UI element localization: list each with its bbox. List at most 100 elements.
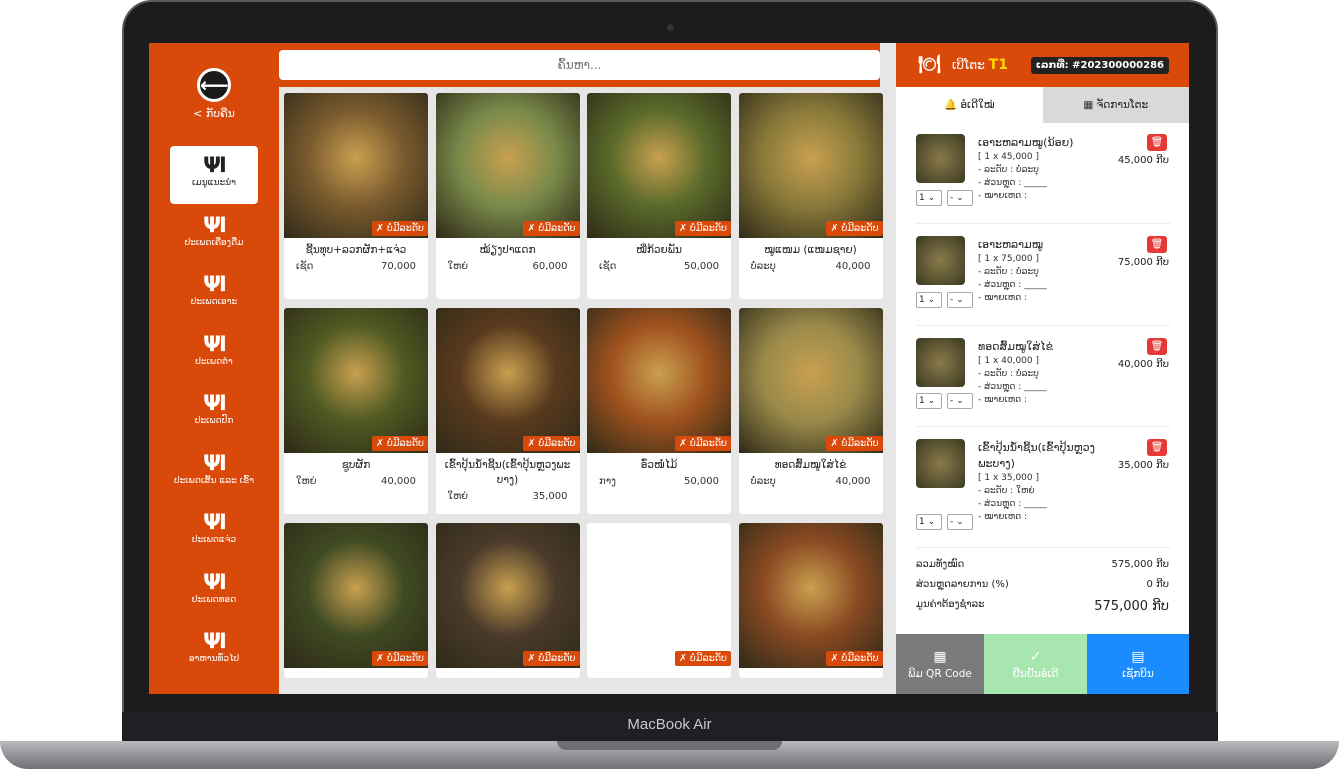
tab-new-order-label: ອໍເດີໃໝ່ [960, 99, 995, 111]
product-unit: ບໍ່ລະບຸ [750, 261, 776, 272]
product-photo: ✗ ບໍ່ມີລະດັບ [587, 308, 731, 453]
order-item-discount: - ສ່ວນຫຼຸດ : _____ [978, 382, 1047, 392]
order-totals: ລວມທັງໝົດ 575,000 ກີບ ສ່ວນຫຼຸດລາຍການ (%) 0… [896, 550, 1189, 614]
product-price: 60,000 [532, 261, 568, 272]
bell-icon: 🔔 [943, 99, 958, 111]
confirm-order-label: ຢືນຢັນອໍເດີ [1012, 668, 1059, 680]
sidebar-item-label: ປະເພດເອາະ [190, 297, 238, 307]
product-meta: ເຊັດ 50,000 [587, 258, 731, 272]
product-card[interactable]: ✗ ບໍ່ມີລະດັບ ໝ້ຽງປາແດກ ໃຫຍ່ 60,000 [435, 93, 580, 299]
sidebar-item-category[interactable]: ΨΙ ປະເພດປົກ [170, 384, 258, 442]
sidebar-item-category[interactable]: ΨΙ ປະເພດທອດ [170, 563, 258, 621]
product-meta: ໃຫຍ່ 60,000 [436, 258, 580, 272]
product-card[interactable]: ✗ ບໍ່ມີລະດັບ [284, 523, 428, 678]
confirm-order-button[interactable]: ✓ ຢືນຢັນອໍເດີ [984, 634, 1087, 694]
product-card[interactable]: ✗ ບໍ່ມີລະດັບເຂົ້າປຸ້ນນ້ຳຊີ້ນ(ເຂົ້າປຸ້ນຫຼ… [435, 308, 580, 514]
product-card[interactable]: ✗ ບໍ່ມີລະດັບ [587, 523, 731, 678]
product-card[interactable]: ✗ ບໍ່ມີລະດັບ ຊູບຜັກ ໃຫຍ່ 40,000 [284, 308, 428, 514]
order-header: 🍽 ເບີໂຕະ T1 ເລກທີ່: #202300000286 [896, 43, 1189, 87]
print-qr-label: ພິມ QR Code [908, 668, 972, 680]
product-card[interactable]: ✗ ບໍ່ມີລະດັບ ຊີ້ນທຸບ+ລວກຜັກ+ແຈ່ວ ເຊັດ 70,00… [284, 93, 428, 299]
product-meta: ບໍ່ລະບຸ 40,000 [739, 258, 883, 272]
order-item-details: ເອາະຫລາມໝູ(ນ້ອຍ) [ 1 x 45,000 ] - ລະດັບ : … [978, 135, 1103, 203]
amount-due-label: ມູນຄ່າຕ້ອງຊຳລະ [916, 599, 985, 610]
discount-select[interactable]: - ⌄ [947, 190, 973, 206]
table-label: ເບີໂຕະ T1 [952, 57, 1008, 73]
discount-label: ສ່ວນຫຼຸດລາຍການ (%) [916, 579, 1009, 590]
order-item-thumbnail [916, 439, 965, 488]
order-item-discount: - ສ່ວນຫຼຸດ : _____ [978, 499, 1047, 509]
subtotal-row: ລວມທັງໝົດ 575,000 ກີບ [916, 559, 1169, 570]
order-item: ທອດສົ້ມໝູໃສ່ໄຂ່ [ 1 x 40,000 ] - ລະດັບ : ບ… [916, 327, 1171, 427]
delete-item-button[interactable]: 🗑 [1147, 236, 1167, 253]
discount-row: ສ່ວນຫຼຸດລາຍການ (%) 0 ກີບ [916, 579, 1169, 590]
delete-item-button[interactable]: 🗑 [1147, 338, 1167, 355]
product-name: ຊູບຜັກ [341, 459, 371, 471]
product-level-badge: ✗ ບໍ່ມີລະດັບ [523, 436, 580, 451]
product-card[interactable]: ✗ ບໍ່ມີລະດັບ [435, 523, 580, 678]
discount-select[interactable]: - ⌄ [947, 292, 973, 308]
order-item-note: - ໝາຍເຫດ : [978, 395, 1028, 405]
product-card[interactable]: ✗ ບໍ່ມີລະດັບ ໝີ່ກ້ວຍພັນ ເຊັດ 50,000 [587, 93, 731, 299]
table-icon: ▦ [1083, 99, 1094, 111]
fork-knife-icon: ΨΙ [203, 569, 227, 594]
sidebar-item-category[interactable]: ΨΙ ປະເພດເສັ້ນ ແລະ ເຂົ້າ [170, 444, 258, 502]
sidebar-item-category[interactable]: ΨΙ ເມນູແນະນຳ [170, 146, 258, 204]
delete-item-button[interactable]: 🗑 [1147, 439, 1167, 456]
order-item-price: 75,000 ກີບ [1117, 257, 1169, 268]
arrow-left-circle-icon: ⟵ [197, 68, 231, 102]
product-card[interactable]: ✗ ບໍ່ມີລະດັບ ທອດສົ້ມໝູໃສ່ໄຂ່ ບໍ່ລະບຸ 40,000 [738, 308, 883, 514]
quantity-select[interactable]: 1 ⌄ [916, 393, 942, 409]
order-item-qty-line: [ 1 x 45,000 ] [978, 152, 1040, 162]
discount-select-value: - [950, 295, 954, 305]
product-card[interactable]: ✗ ບໍ່ມີລະດັບ ໝູແໜມ (ແໜມຊາຍ) ບໍ່ລະບຸ 40,000 [738, 93, 883, 299]
fork-knife-icon: ΨΙ [203, 629, 227, 653]
product-photo: ✗ ບໍ່ມີລະດັບ [435, 308, 580, 453]
product-name: ອົ່ວໜໍ່ໄມ້ [640, 459, 678, 471]
sidebar-item-label: ອາຫານທົ່ວໄປ [188, 654, 240, 664]
sidebar-item-category[interactable]: ΨΙ ປະເພດຕຳ [170, 325, 258, 383]
tab-manage-table[interactable]: ▦ ຈັດການໂຕະ [1042, 87, 1189, 123]
delete-item-button[interactable]: 🗑 [1147, 134, 1167, 151]
discount-select-value: - [950, 396, 954, 406]
order-item-name: ເອາະຫລາມໝູ [978, 238, 1044, 251]
quantity-select[interactable]: 1 ⌄ [916, 292, 942, 308]
product-name: ເຂົ້າປຸ້ນນ້ຳຊີ້ນ(ເຂົ້າປຸ້ນຫຼວງພະບາງ) [444, 459, 571, 486]
table-label-text: ເບີໂຕະ [952, 58, 985, 72]
product-card[interactable]: ✗ ບໍ່ມີລະດັບ ອົ່ວໜໍ່ໄມ້ ກາງ 50,000 [587, 308, 731, 514]
discount-value: 0 ກີບ [1146, 579, 1170, 590]
back-button[interactable]: ⟵ < ກັບຄືນ [149, 68, 279, 120]
quantity-select[interactable]: 1 ⌄ [916, 190, 942, 206]
search-input[interactable] [279, 50, 880, 80]
tab-manage-table-label: ຈັດການໂຕະ [1096, 99, 1149, 111]
fork-knife-icon: ΨΙ [203, 153, 227, 177]
sidebar-item-category[interactable]: ΨΙ ປະເພດເຄື່ອງດື່ມ [170, 206, 258, 264]
tab-new-order[interactable]: 🔔 ອໍເດີໃໝ່ [896, 87, 1043, 123]
product-card[interactable]: ✗ ບໍ່ມີລະດັບ [738, 523, 883, 678]
sidebar-item-category[interactable]: ΨΙ ປະເພດແຈ່ວ [170, 503, 258, 561]
check-bill-button[interactable]: ▤ ເຊັກບິນ [1087, 634, 1189, 694]
fork-knife-icon: ΨΙ [203, 510, 227, 534]
discount-select[interactable]: - ⌄ [947, 514, 973, 530]
quantity-value: 1 [919, 193, 925, 203]
product-level-badge: ✗ ບໍ່ມີລະດັບ [371, 221, 428, 236]
sidebar-item-label: ປະເພດປົກ [194, 416, 234, 426]
product-photo: ✗ ບໍ່ມີລະດັບ [284, 93, 428, 238]
product-photo: ✗ ບໍ່ມີລະດັບ [738, 308, 883, 453]
product-name: ໝີ່ກ້ວຍພັນ [636, 244, 682, 256]
product-meta: ເຊັດ 70,000 [284, 258, 428, 272]
sidebar-item-category[interactable]: ΨΙ ອາຫານທົ່ວໄປ [170, 622, 258, 680]
discount-select[interactable]: - ⌄ [947, 393, 973, 409]
amount-due-row: ມູນຄ່າຕ້ອງຊຳລະ 575,000 ກີບ [916, 599, 1169, 614]
order-item-level: - ລະດັບ : ບໍ່ລະບຸ [978, 267, 1039, 277]
print-qr-button[interactable]: ▦ ພິມ QR Code [896, 634, 984, 694]
product-name: ໝ້ຽງປາແດກ [479, 244, 536, 256]
sidebar-item-label: ປະເພດທອດ [191, 594, 237, 605]
sidebar-item-category[interactable]: ΨΙ ປະເພດເອາະ [170, 265, 258, 323]
order-item-price: 45,000 ກີບ [1117, 155, 1169, 166]
order-item-note: - ໝາຍເຫດ : [978, 191, 1028, 201]
bill-number: ເລກທີ່: #202300000286 [1030, 57, 1169, 74]
order-item-qty-line: [ 1 x 40,000 ] [978, 356, 1040, 366]
quantity-select[interactable]: 1 ⌄ [916, 514, 942, 530]
back-label: < ກັບຄືນ [193, 107, 235, 120]
